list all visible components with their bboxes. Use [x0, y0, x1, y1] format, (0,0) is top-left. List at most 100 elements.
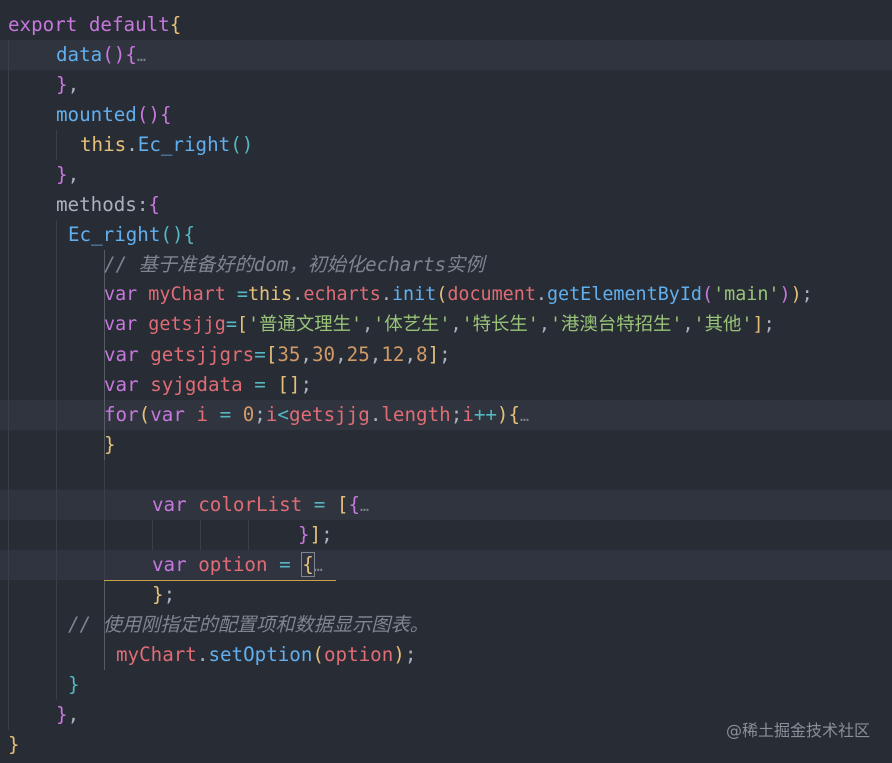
- code-token: ;: [321, 523, 333, 546]
- code-text: }: [104, 430, 116, 460]
- indent-guide: [56, 130, 57, 160]
- code-text: export default{: [8, 10, 181, 40]
- code-token: (: [138, 403, 151, 426]
- code-token: .: [126, 133, 138, 156]
- code-line-17[interactable]: var colorList = [{…: [0, 490, 892, 520]
- code-line-21[interactable]: // 使用刚指定的配置项和数据显示图表。: [0, 610, 892, 640]
- code-token: =: [254, 373, 266, 396]
- code-line-4[interactable]: mounted(){: [0, 100, 892, 130]
- indent-guide: [152, 520, 153, 550]
- code-token: mounted: [56, 103, 137, 126]
- code-token: [: [336, 493, 349, 516]
- code-token: =: [254, 343, 266, 366]
- code-token: var: [104, 343, 139, 366]
- code-token: document: [447, 284, 536, 305]
- code-line-10[interactable]: var myChart =this.echarts.init(document.…: [0, 280, 892, 310]
- code-line-8[interactable]: Ec_right(){: [0, 220, 892, 250]
- code-text: var option = {…: [152, 550, 323, 581]
- code-text: },: [56, 160, 79, 190]
- code-text: }: [8, 730, 20, 760]
- code-line-1[interactable]: export default{: [0, 10, 892, 40]
- code-token: ;: [763, 314, 775, 335]
- code-token: ]: [752, 314, 764, 335]
- code-line-6[interactable]: },: [0, 160, 892, 190]
- code-token: colorList: [198, 493, 303, 516]
- code-line-13[interactable]: var syjgdata = [];: [0, 370, 892, 400]
- code-token: (): [102, 43, 126, 66]
- code-line-23[interactable]: }: [0, 670, 892, 700]
- code-token: default: [88, 13, 170, 36]
- code-text: },: [56, 70, 79, 100]
- code-line-15[interactable]: }: [0, 430, 892, 460]
- code-token: var: [152, 553, 187, 576]
- code-token: setOption: [208, 643, 313, 666]
- code-line-2[interactable]: data(){…: [0, 40, 892, 70]
- code-token: ,: [335, 343, 347, 366]
- code-token: ,: [450, 314, 462, 335]
- code-token: (): [136, 103, 160, 126]
- fold-ellipsis-icon[interactable]: …: [314, 557, 323, 575]
- code-token: ,: [538, 314, 550, 335]
- code-token: ,: [67, 703, 80, 726]
- code-token: (: [436, 284, 448, 305]
- code-token: }: [56, 73, 68, 96]
- code-token: ;: [163, 583, 176, 606]
- code-token: ,: [369, 343, 382, 366]
- code-token: 12: [381, 343, 405, 366]
- code-token: }: [8, 733, 20, 756]
- code-token: getsjjg: [288, 403, 370, 426]
- code-line-18[interactable]: }];: [0, 520, 892, 550]
- code-token: }: [56, 703, 68, 726]
- code-token: var: [104, 314, 138, 335]
- code-token: for: [104, 403, 139, 426]
- code-line-7[interactable]: methods:{: [0, 190, 892, 220]
- code-line-22[interactable]: myChart.setOption(option);: [0, 640, 892, 670]
- code-token: ): [790, 284, 802, 305]
- code-token: ;: [300, 373, 312, 396]
- code-token: ++: [473, 403, 497, 426]
- code-token: ,: [67, 163, 80, 186]
- fold-ellipsis-icon[interactable]: …: [520, 407, 529, 425]
- code-token: .: [369, 403, 382, 426]
- code-text: Ec_right(){: [68, 220, 195, 250]
- code-token: data: [56, 43, 103, 66]
- code-token: }: [298, 523, 310, 546]
- code-token: // 基于准备好的dom，初始化echarts实例: [104, 253, 485, 276]
- code-token: 0: [242, 403, 255, 426]
- code-token: .: [196, 643, 209, 666]
- code-token: ,: [67, 73, 80, 96]
- code-token: export: [8, 13, 78, 36]
- code-line-5[interactable]: this.Ec_right(): [0, 130, 892, 160]
- code-token: Ec_right: [68, 223, 161, 246]
- code-text: this.Ec_right(): [80, 130, 253, 160]
- code-line-11[interactable]: var getsjjg=['普通文理生','体艺生','特长生','港澳台特招生…: [0, 310, 892, 340]
- code-text: // 使用刚指定的配置项和数据显示图表。: [68, 610, 429, 640]
- code-token: =: [225, 314, 237, 335]
- code-token: i: [265, 403, 278, 426]
- code-token: init: [391, 284, 437, 305]
- code-line-14[interactable]: for(var i = 0;i<getsjjg.length;i++){…: [0, 400, 892, 430]
- code-token: echarts: [303, 284, 381, 305]
- code-line-12[interactable]: var getsjjgrs=[35,30,25,12,8];: [0, 340, 892, 370]
- watermark: @稀土掘金技术社区: [725, 721, 870, 740]
- indent-guide: [248, 520, 249, 550]
- code-line-16[interactable]: [0, 460, 892, 490]
- code-line-3[interactable]: },: [0, 70, 892, 100]
- code-text: },: [56, 700, 79, 730]
- code-token: syjgdata: [150, 373, 243, 396]
- code-line-20[interactable]: };: [0, 580, 892, 610]
- code-token: ): [779, 284, 791, 305]
- code-token: 8: [416, 343, 428, 366]
- code-line-9[interactable]: // 基于准备好的dom，初始化echarts实例: [0, 250, 892, 280]
- code-editor[interactable]: export default{ data(){… }, mounted(){ t…: [0, 10, 892, 760]
- code-text: for(var i = 0;i<getsjjg.length;i++){…: [104, 400, 529, 431]
- fold-ellipsis-icon[interactable]: …: [137, 47, 146, 65]
- fold-ellipsis-icon[interactable]: …: [360, 497, 369, 515]
- code-token: }: [56, 163, 68, 186]
- code-line-19[interactable]: var option = {…: [0, 550, 892, 580]
